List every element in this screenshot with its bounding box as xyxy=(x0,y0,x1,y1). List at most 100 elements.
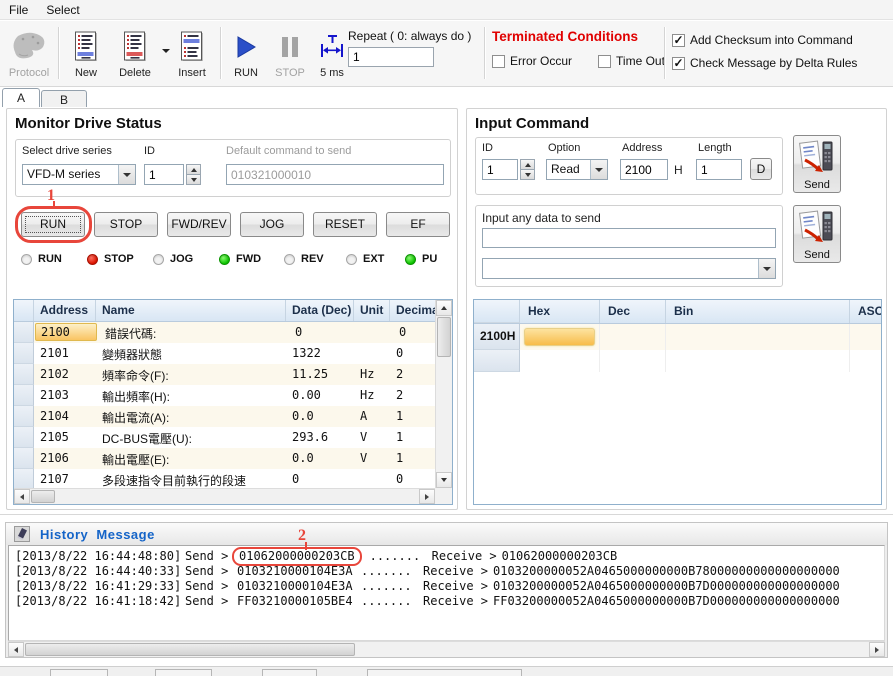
toolbar-separator xyxy=(664,27,665,79)
col-name[interactable]: Name xyxy=(96,300,286,321)
menu-file[interactable]: File xyxy=(0,1,37,19)
fwd-rev-button[interactable]: FWD/REV xyxy=(167,212,231,237)
cmd-id-spinner[interactable] xyxy=(520,159,535,180)
col-hex[interactable]: Hex xyxy=(520,300,600,323)
repeat-group: Repeat ( 0: always do ) xyxy=(348,29,471,67)
table-row[interactable]: 2107 多段速指令目前執行的段速 0 0 xyxy=(14,469,452,490)
history-log[interactable]: [2013/8/22 16:44:48:80]Send >01062000000… xyxy=(8,545,885,641)
col-bin[interactable]: Bin xyxy=(666,300,850,323)
table-row[interactable]: 2100 錯誤代碼: 0 0 xyxy=(14,322,452,343)
delete-dropdown-arrow-icon[interactable] xyxy=(162,49,170,53)
tab-b[interactable]: B xyxy=(41,90,87,107)
terminated-conditions-title: Terminated Conditions xyxy=(492,29,658,44)
scroll-right-icon[interactable] xyxy=(869,642,885,657)
history-horizontal-scrollbar[interactable] xyxy=(8,641,885,657)
scroll-down-icon[interactable] xyxy=(436,472,452,488)
default-command-label: Default command to send xyxy=(226,145,351,157)
scroll-right-icon[interactable] xyxy=(419,489,435,504)
ef-button[interactable]: EF xyxy=(386,212,450,237)
run-button[interactable]: RUN xyxy=(226,27,266,79)
table-row[interactable]: 2102 頻率命令(F): 11.25 Hz 2 xyxy=(14,364,452,385)
annotation-line-1 xyxy=(53,201,55,208)
col-address[interactable]: Address xyxy=(34,300,96,321)
drive-series-select[interactable]: VFD-M series xyxy=(22,164,136,185)
option-select[interactable]: Read xyxy=(546,159,608,180)
delete-document-icon xyxy=(122,29,148,65)
drive-id-spinner[interactable] xyxy=(186,164,201,185)
spin-up-icon[interactable] xyxy=(186,164,201,175)
result-row-2100h[interactable]: 2100H xyxy=(474,324,881,350)
jog-button[interactable]: JOG xyxy=(240,212,304,237)
col-decimal[interactable]: Decimal xyxy=(390,300,437,321)
spin-down-icon[interactable] xyxy=(520,170,535,180)
command-result-table: Hex Dec Bin ASCII 2100H xyxy=(473,299,882,505)
result-row-empty[interactable] xyxy=(474,350,881,372)
check-message-checkbox[interactable]: ✓ Check Message by Delta Rules xyxy=(672,56,857,70)
decimal-toggle-button[interactable]: D xyxy=(750,158,772,180)
chevron-down-icon[interactable] xyxy=(758,259,775,278)
table-row[interactable]: 2104 輸出電流(A): 0.0 A 1 xyxy=(14,406,452,427)
stop-drive-button[interactable]: STOP xyxy=(94,212,158,237)
chevron-down-icon[interactable] xyxy=(590,160,607,179)
col-unit[interactable]: Unit xyxy=(354,300,390,321)
tab-a[interactable]: A xyxy=(2,88,40,107)
table-row[interactable]: 2106 輸出電壓(E): 0.0 V 1 xyxy=(14,448,452,469)
status-led-rev: REV xyxy=(284,253,324,265)
led-icon xyxy=(87,254,98,265)
interval-button[interactable]: 5 ms xyxy=(312,27,352,79)
menu-select[interactable]: Select xyxy=(37,1,88,19)
menu-bar: File Select xyxy=(0,0,893,20)
status-led-pu: PU xyxy=(405,253,437,265)
scroll-left-icon[interactable] xyxy=(8,642,24,657)
spin-down-icon[interactable] xyxy=(186,175,201,185)
horizontal-scrollbar[interactable] xyxy=(14,488,435,504)
hex-cell-selected[interactable] xyxy=(520,324,600,350)
chevron-down-icon[interactable] xyxy=(118,165,135,184)
insert-button[interactable]: Insert xyxy=(170,27,214,79)
scrollbar-thumb[interactable] xyxy=(25,643,355,656)
col-data-dec[interactable]: Data (Dec) xyxy=(286,300,354,321)
any-data-input[interactable] xyxy=(482,228,776,248)
message-options-group: ✓ Add Checksum into Command ✓ Check Mess… xyxy=(672,33,857,70)
led-icon xyxy=(405,254,416,265)
repeat-input[interactable] xyxy=(348,47,434,67)
delete-button[interactable]: Delete xyxy=(112,27,158,79)
scrollbar-thumb[interactable] xyxy=(31,490,55,503)
send-icon xyxy=(794,208,840,247)
scroll-up-icon[interactable] xyxy=(436,300,452,316)
table-row[interactable]: 2105 DC-BUS電壓(U): 293.6 V 1 xyxy=(14,427,452,448)
error-occur-checkbox[interactable]: Error Occur xyxy=(492,54,572,68)
address-label: Address xyxy=(622,142,662,154)
status-segment xyxy=(50,669,108,676)
table-row[interactable]: 2101 變頻器狀態 1322 0 xyxy=(14,343,452,364)
row-header[interactable]: 2100H xyxy=(474,324,520,350)
drive-id-input[interactable] xyxy=(144,164,184,185)
any-data-group: Input any data to send xyxy=(475,205,783,287)
spin-up-icon[interactable] xyxy=(520,159,535,170)
col-dec[interactable]: Dec xyxy=(600,300,666,323)
cmd-id-input[interactable] xyxy=(482,159,518,180)
any-data-history-select[interactable] xyxy=(482,258,776,279)
time-out-checkbox[interactable]: Time Out xyxy=(598,54,665,68)
address-input[interactable] xyxy=(620,159,668,180)
run-drive-button[interactable]: RUN xyxy=(21,212,85,237)
history-entry: [2013/8/22 16:41:29:33]Send >01032100001… xyxy=(15,579,884,594)
new-button[interactable]: New xyxy=(64,27,108,79)
scrollbar-thumb[interactable] xyxy=(437,317,451,357)
col-ascii[interactable]: ASCII xyxy=(850,300,881,323)
selected-cell[interactable]: 2100 xyxy=(35,323,97,341)
length-input[interactable] xyxy=(696,159,742,180)
vertical-scrollbar[interactable] xyxy=(435,300,452,488)
stop-button[interactable]: STOP xyxy=(270,27,310,79)
protocol-button[interactable]: Protocol xyxy=(4,27,54,79)
send-command-button[interactable]: Send xyxy=(793,135,841,193)
default-command-input[interactable] xyxy=(226,164,444,185)
add-checksum-checkbox[interactable]: ✓ Add Checksum into Command xyxy=(672,33,857,47)
status-led-fwd: FWD xyxy=(219,253,261,265)
table-row[interactable]: 2103 輸出頻率(H): 0.00 Hz 2 xyxy=(14,385,452,406)
status-segment xyxy=(262,669,317,676)
repeat-label: Repeat ( 0: always do ) xyxy=(348,29,471,43)
reset-button[interactable]: RESET xyxy=(313,212,377,237)
send-any-data-button[interactable]: Send xyxy=(793,205,841,263)
scroll-left-icon[interactable] xyxy=(14,489,30,504)
